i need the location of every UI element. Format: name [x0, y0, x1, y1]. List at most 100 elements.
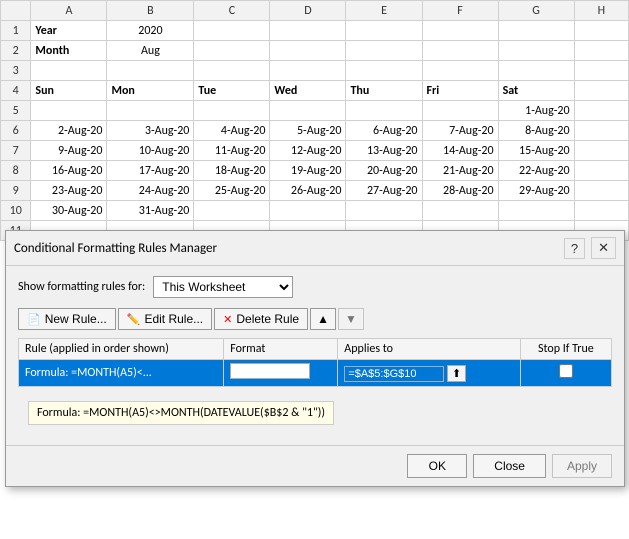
cell-7-6[interactable]: 15-Aug-20 [498, 141, 574, 161]
cell-6-4[interactable]: 6-Aug-20 [346, 121, 422, 141]
cell-3-6[interactable] [498, 61, 574, 81]
cell-1-2[interactable] [194, 21, 270, 41]
cell-4-5[interactable]: Fri [422, 81, 498, 101]
cell-10-4[interactable] [346, 201, 422, 221]
col-header-c[interactable]: C [194, 1, 270, 21]
cell-2-3[interactable] [270, 41, 346, 61]
cell-7-5[interactable]: 14-Aug-20 [422, 141, 498, 161]
applies-to-expand-button[interactable]: ⬆ [447, 365, 466, 382]
cell-10-3[interactable] [270, 201, 346, 221]
cell-5-5[interactable] [422, 101, 498, 121]
edit-rule-button[interactable]: ✏️ Edit Rule... [118, 308, 212, 330]
cell-6-6[interactable]: 8-Aug-20 [498, 121, 574, 141]
cell-2-6[interactable] [498, 41, 574, 61]
cell-9-6[interactable]: 29-Aug-20 [498, 181, 574, 201]
cell-8-4[interactable]: 20-Aug-20 [346, 161, 422, 181]
cell-4-0[interactable]: Sun [31, 81, 107, 101]
cell-5-1[interactable] [107, 101, 194, 121]
cell-6-5[interactable]: 7-Aug-20 [422, 121, 498, 141]
show-rules-select[interactable]: This Worksheet [153, 276, 293, 298]
col-header-d[interactable]: D [270, 1, 346, 21]
cell-3-7[interactable] [574, 61, 628, 81]
cell-2-0[interactable]: Month [31, 41, 107, 61]
cell-8-3[interactable]: 19-Aug-20 [270, 161, 346, 181]
cell-4-4[interactable]: Thu [346, 81, 422, 101]
col-header-g[interactable]: G [498, 1, 574, 21]
cell-9-2[interactable]: 25-Aug-20 [194, 181, 270, 201]
cell-9-1[interactable]: 24-Aug-20 [107, 181, 194, 201]
cell-5-6[interactable]: 1-Aug-20 [498, 101, 574, 121]
cell-3-1[interactable] [107, 61, 194, 81]
cell-9-5[interactable]: 28-Aug-20 [422, 181, 498, 201]
cell-4-7[interactable] [574, 81, 628, 101]
cell-2-2[interactable] [194, 41, 270, 61]
cell-1-1[interactable]: 2020 [107, 21, 194, 41]
col-header-h[interactable]: H [574, 1, 628, 21]
cell-8-2[interactable]: 18-Aug-20 [194, 161, 270, 181]
col-header-f[interactable]: F [422, 1, 498, 21]
move-up-button[interactable]: ▲ [310, 308, 336, 330]
cell-4-6[interactable]: Sat [498, 81, 574, 101]
cell-7-2[interactable]: 11-Aug-20 [194, 141, 270, 161]
cell-8-6[interactable]: 22-Aug-20 [498, 161, 574, 181]
dialog-help-button[interactable]: ? [564, 238, 585, 259]
cell-9-0[interactable]: 23-Aug-20 [31, 181, 107, 201]
cell-10-2[interactable] [194, 201, 270, 221]
cell-10-0[interactable]: 30-Aug-20 [31, 201, 107, 221]
cell-10-6[interactable] [498, 201, 574, 221]
cell-9-4[interactable]: 27-Aug-20 [346, 181, 422, 201]
cell-6-7[interactable] [574, 121, 628, 141]
cell-7-1[interactable]: 10-Aug-20 [107, 141, 194, 161]
rule-row[interactable]: Formula: =MONTH(A5)<... ⬆ [19, 360, 612, 387]
cell-5-3[interactable] [270, 101, 346, 121]
cell-3-2[interactable] [194, 61, 270, 81]
close-button[interactable]: Close [473, 454, 546, 478]
cell-2-1[interactable]: Aug [107, 41, 194, 61]
cell-3-3[interactable] [270, 61, 346, 81]
cell-8-0[interactable]: 16-Aug-20 [31, 161, 107, 181]
cell-3-0[interactable] [31, 61, 107, 81]
cell-9-7[interactable] [574, 181, 628, 201]
applies-to-input[interactable] [344, 366, 444, 382]
cell-5-2[interactable] [194, 101, 270, 121]
cell-6-1[interactable]: 3-Aug-20 [107, 121, 194, 141]
cell-4-3[interactable]: Wed [270, 81, 346, 101]
cell-7-0[interactable]: 9-Aug-20 [31, 141, 107, 161]
stop-if-true-checkbox[interactable] [559, 364, 573, 378]
col-header-a[interactable]: A [31, 1, 107, 21]
cell-2-5[interactable] [422, 41, 498, 61]
cell-6-0[interactable]: 2-Aug-20 [31, 121, 107, 141]
col-header-e[interactable]: E [346, 1, 422, 21]
cell-10-1[interactable]: 31-Aug-20 [107, 201, 194, 221]
cell-5-4[interactable] [346, 101, 422, 121]
cell-7-7[interactable] [574, 141, 628, 161]
col-header-b[interactable]: B [107, 1, 194, 21]
cell-4-2[interactable]: Tue [194, 81, 270, 101]
cell-1-3[interactable] [270, 21, 346, 41]
cell-10-5[interactable] [422, 201, 498, 221]
cell-6-2[interactable]: 4-Aug-20 [194, 121, 270, 141]
cell-10-7[interactable] [574, 201, 628, 221]
cell-3-5[interactable] [422, 61, 498, 81]
delete-rule-button[interactable]: ✕ Delete Rule [214, 308, 308, 330]
cell-6-3[interactable]: 5-Aug-20 [270, 121, 346, 141]
cell-8-1[interactable]: 17-Aug-20 [107, 161, 194, 181]
cell-7-3[interactable]: 12-Aug-20 [270, 141, 346, 161]
cell-7-4[interactable]: 13-Aug-20 [346, 141, 422, 161]
cell-9-3[interactable]: 26-Aug-20 [270, 181, 346, 201]
cell-5-7[interactable] [574, 101, 628, 121]
cell-8-5[interactable]: 21-Aug-20 [422, 161, 498, 181]
cell-1-6[interactable] [498, 21, 574, 41]
cell-2-7[interactable] [574, 41, 628, 61]
cell-1-7[interactable] [574, 21, 628, 41]
cell-8-7[interactable] [574, 161, 628, 181]
cell-4-1[interactable]: Mon [107, 81, 194, 101]
apply-button[interactable]: Apply [552, 454, 612, 478]
dialog-close-button[interactable]: ✕ [591, 237, 616, 259]
cell-1-0[interactable]: Year [31, 21, 107, 41]
new-rule-button[interactable]: 📄 New Rule... [18, 308, 116, 330]
cell-1-5[interactable] [422, 21, 498, 41]
cell-5-0[interactable] [31, 101, 107, 121]
move-down-button[interactable]: ▼ [338, 308, 364, 330]
cell-1-4[interactable] [346, 21, 422, 41]
